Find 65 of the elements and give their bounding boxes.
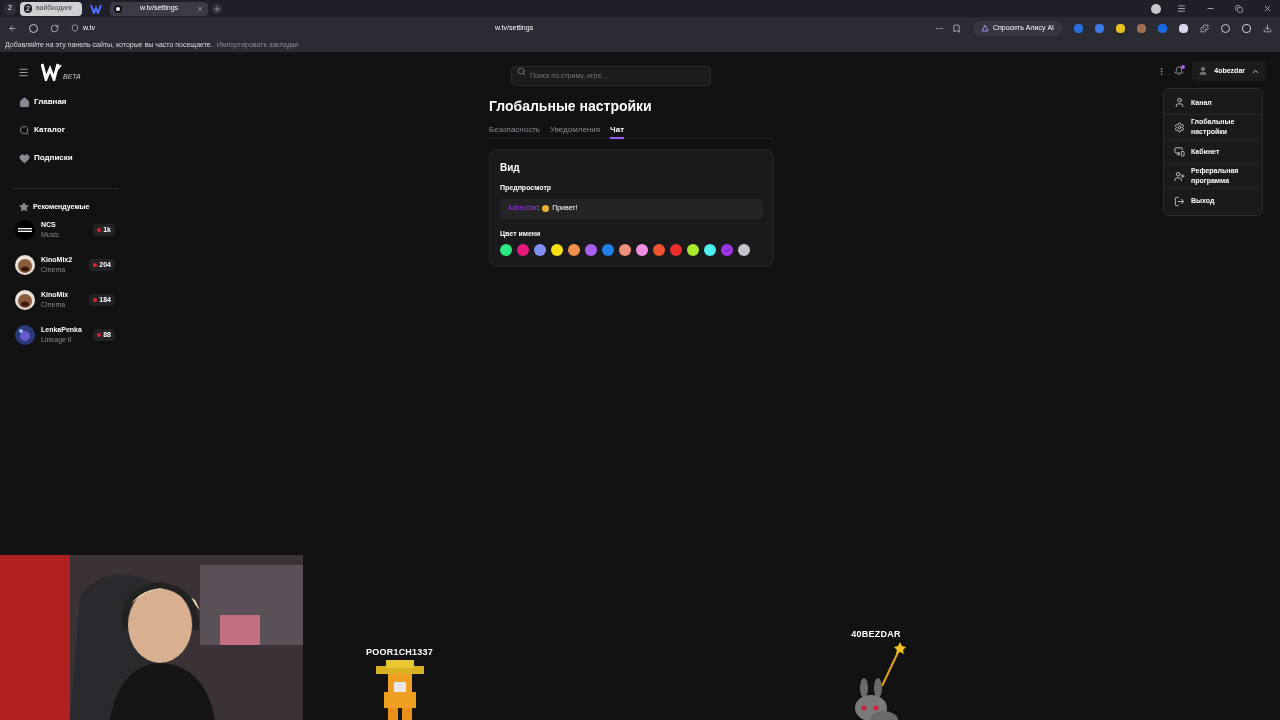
back-icon[interactable] bbox=[8, 23, 17, 33]
download-icon[interactable] bbox=[1263, 23, 1272, 33]
player-name: 40BEZDAR bbox=[851, 628, 901, 641]
new-tab-icon[interactable] bbox=[212, 3, 222, 14]
close-window-icon[interactable] bbox=[1263, 4, 1272, 13]
color-swatch[interactable] bbox=[551, 244, 563, 256]
color-swatch[interactable] bbox=[704, 244, 716, 256]
settings-tab[interactable]: Чат bbox=[610, 123, 625, 139]
nav-label: Подписки bbox=[34, 152, 73, 164]
profile-icon[interactable] bbox=[1151, 3, 1161, 14]
search-icon bbox=[19, 124, 30, 136]
channel-avatar-icon bbox=[15, 255, 35, 275]
page-title: Глобальные настройки bbox=[489, 97, 653, 115]
search-icon bbox=[517, 66, 526, 76]
color-swatch[interactable] bbox=[602, 244, 614, 256]
menu-icon[interactable] bbox=[1177, 4, 1186, 13]
triangle-icon bbox=[980, 24, 989, 32]
nav-label: Каталог bbox=[34, 124, 65, 136]
avatar-icon bbox=[1198, 66, 1209, 76]
color-swatch[interactable] bbox=[687, 244, 699, 256]
channel-avatar-icon bbox=[15, 325, 35, 345]
settings-tab[interactable]: Безопасность bbox=[489, 123, 541, 139]
color-swatch[interactable] bbox=[534, 244, 546, 256]
color-swatch[interactable] bbox=[721, 244, 733, 256]
star-icon bbox=[19, 202, 29, 212]
color-swatch[interactable] bbox=[670, 244, 682, 256]
channel-avatar-icon bbox=[15, 290, 35, 310]
color-swatch[interactable] bbox=[568, 244, 580, 256]
extension-icon[interactable] bbox=[1179, 23, 1188, 33]
pinned-tab-icon[interactable] bbox=[90, 3, 102, 14]
nav-label: Главная bbox=[34, 96, 67, 108]
settings-tab[interactable]: Уведомления bbox=[550, 123, 601, 139]
user-plus-icon bbox=[1174, 170, 1185, 182]
extensions-icon[interactable] bbox=[1200, 23, 1209, 33]
heart-icon bbox=[19, 152, 30, 164]
restore-icon[interactable] bbox=[1235, 4, 1243, 13]
color-swatch[interactable] bbox=[517, 244, 529, 256]
reload-icon[interactable] bbox=[50, 23, 59, 33]
player-name: POOR1CH1337 bbox=[366, 646, 433, 659]
shield-icon[interactable] bbox=[71, 24, 79, 32]
extension-icon[interactable] bbox=[1116, 23, 1125, 33]
emoji-icon bbox=[542, 205, 550, 212]
nav-item[interactable]: Каталог bbox=[0, 116, 130, 144]
menu-icon[interactable] bbox=[18, 66, 29, 78]
nav-item[interactable]: Главная bbox=[0, 88, 130, 116]
logout-icon bbox=[1174, 195, 1185, 207]
color-swatch[interactable] bbox=[738, 244, 750, 256]
color-swatch[interactable] bbox=[636, 244, 648, 256]
nav-item[interactable]: Подписки bbox=[0, 144, 130, 172]
check-icon bbox=[723, 246, 731, 254]
close-icon[interactable] bbox=[196, 4, 204, 13]
home-icon bbox=[19, 96, 30, 108]
logo-icon[interactable] bbox=[41, 63, 63, 81]
site-favicon-icon bbox=[114, 4, 122, 13]
color-swatch[interactable] bbox=[653, 244, 665, 256]
bookmark-icon[interactable] bbox=[951, 23, 961, 33]
color-swatch[interactable] bbox=[619, 244, 631, 256]
channel-avatar-icon bbox=[15, 220, 35, 240]
color-swatch[interactable] bbox=[500, 244, 512, 256]
user-icon bbox=[1174, 97, 1185, 108]
color-swatch[interactable] bbox=[585, 244, 597, 256]
notifications-icon[interactable] bbox=[1174, 66, 1185, 76]
card-title: Вид bbox=[500, 161, 521, 175]
devices-icon bbox=[1174, 146, 1185, 157]
settings-icon bbox=[1174, 121, 1185, 133]
